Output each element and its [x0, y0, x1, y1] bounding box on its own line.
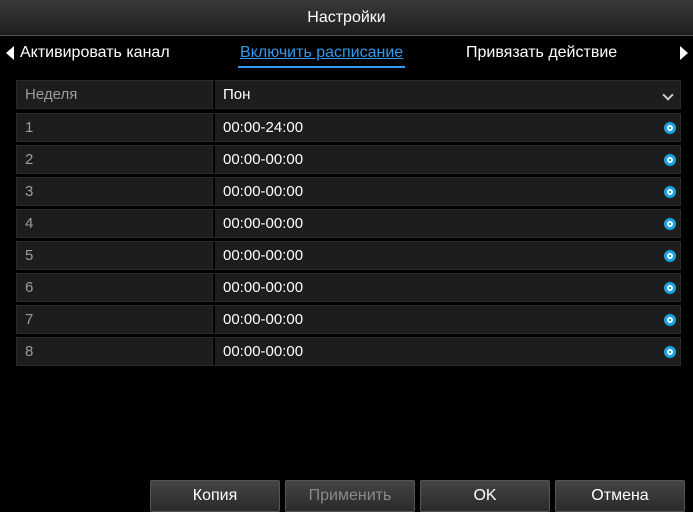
schedule-time-field[interactable]: 00:00-00:00 [213, 337, 681, 366]
schedule-row: 6 00:00-00:00 [16, 273, 681, 302]
schedule-time: 00:00-00:00 [223, 343, 304, 360]
schedule-time: 00:00-00:00 [223, 215, 304, 232]
apply-button[interactable]: Применить [285, 480, 415, 512]
schedule-time: 00:00-00:00 [223, 311, 304, 328]
schedule-time-field[interactable]: 00:00-24:00 [213, 113, 681, 142]
schedule-time-field[interactable]: 00:00-00:00 [213, 273, 681, 302]
settings-window: Настройки Активировать канал Включить ра… [0, 0, 693, 512]
tab-enable-schedule[interactable]: Включить расписание [237, 44, 406, 68]
schedule-row: 8 00:00-00:00 [16, 337, 681, 366]
schedule-time-field[interactable]: 00:00-00:00 [213, 305, 681, 334]
week-label: Неделя [16, 80, 213, 109]
button-bar: Копия Применить OK Отмена [0, 480, 693, 512]
schedule-index: 2 [16, 145, 213, 174]
week-row: Неделя Пон [16, 80, 681, 109]
schedule-index: 3 [16, 177, 213, 206]
clock-icon[interactable] [664, 282, 676, 294]
schedule-index: 4 [16, 209, 213, 238]
schedule-row: 5 00:00-00:00 [16, 241, 681, 270]
ok-button[interactable]: OK [420, 480, 550, 512]
clock-icon[interactable] [664, 314, 676, 326]
chevron-down-icon [662, 89, 674, 101]
schedule-time-field[interactable]: 00:00-00:00 [213, 209, 681, 238]
clock-icon[interactable] [664, 122, 676, 134]
schedule-row: 1 00:00-24:00 [16, 113, 681, 142]
schedule-panel: Неделя Пон 1 00:00-24:00 2 00:00-00:00 3 [16, 80, 681, 376]
tab-activate-channel[interactable]: Активировать канал [20, 44, 170, 62]
schedule-time-field[interactable]: 00:00-00:00 [213, 177, 681, 206]
schedule-index: 5 [16, 241, 213, 270]
tab-scroll-left-icon[interactable] [6, 46, 14, 60]
schedule-row: 2 00:00-00:00 [16, 145, 681, 174]
schedule-index: 7 [16, 305, 213, 334]
clock-icon[interactable] [664, 346, 676, 358]
schedule-index: 6 [16, 273, 213, 302]
week-select-value: Пон [223, 86, 251, 103]
clock-icon[interactable] [664, 154, 676, 166]
cancel-button[interactable]: Отмена [555, 480, 685, 512]
schedule-time-field[interactable]: 00:00-00:00 [213, 241, 681, 270]
copy-button[interactable]: Копия [150, 480, 280, 512]
window-title: Настройки [307, 8, 386, 26]
schedule-time: 00:00-00:00 [223, 183, 304, 200]
schedule-time: 00:00-24:00 [223, 119, 304, 136]
schedule-time: 00:00-00:00 [223, 151, 304, 168]
schedule-index: 8 [16, 337, 213, 366]
schedule-time: 00:00-00:00 [223, 247, 304, 264]
window-titlebar: Настройки [0, 0, 693, 36]
schedule-index: 1 [16, 113, 213, 142]
clock-icon[interactable] [664, 250, 676, 262]
clock-icon[interactable] [664, 218, 676, 230]
schedule-row: 4 00:00-00:00 [16, 209, 681, 238]
schedule-time-field[interactable]: 00:00-00:00 [213, 145, 681, 174]
schedule-row: 3 00:00-00:00 [16, 177, 681, 206]
tabs-bar: Активировать канал Включить расписание П… [0, 36, 693, 72]
schedule-time: 00:00-00:00 [223, 279, 304, 296]
clock-icon[interactable] [664, 186, 676, 198]
week-select[interactable]: Пон [213, 80, 681, 109]
schedule-row: 7 00:00-00:00 [16, 305, 681, 334]
tab-link-action[interactable]: Привязать действие [466, 44, 617, 62]
tab-scroll-right-icon[interactable] [680, 46, 688, 60]
